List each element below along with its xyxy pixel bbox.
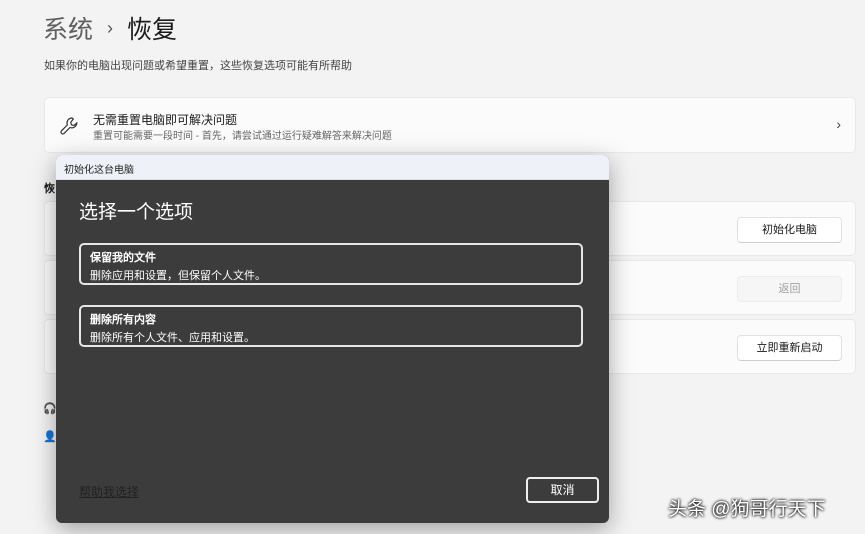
troubleshoot-title: 无需重置电脑即可解决问题 xyxy=(93,113,238,127)
breadcrumb-parent[interactable]: 系统 xyxy=(43,10,93,46)
cancel-button[interactable]: 取消 xyxy=(526,477,599,503)
dialog-heading: 选择一个选项 xyxy=(79,202,194,223)
option-title: 删除所有内容 xyxy=(90,314,156,326)
page-description: 如果你的电脑出现问题或希望重置，这些恢复选项可能有所帮助 xyxy=(44,60,352,72)
section-label: 恢 xyxy=(44,183,55,195)
troubleshoot-subtitle: 重置可能需要一段时间 - 首先，请尝试通过运行疑难解答来解决问题 xyxy=(93,131,392,142)
restart-now-button[interactable]: 立即重新启动 xyxy=(737,335,842,361)
option-title: 保留我的文件 xyxy=(90,252,156,264)
option-keep-files[interactable]: 保留我的文件 删除应用和设置，但保留个人文件。 xyxy=(79,243,583,285)
chevron-right-icon: › xyxy=(836,116,841,132)
dialog-title: 初始化这台电脑 xyxy=(56,155,609,180)
reset-pc-button[interactable]: 初始化电脑 xyxy=(737,217,842,243)
go-back-button[interactable]: 返回 xyxy=(737,276,842,302)
option-remove-everything[interactable]: 删除所有内容 删除所有个人文件、应用和设置。 xyxy=(79,305,583,347)
breadcrumb-separator: › xyxy=(107,17,114,38)
troubleshoot-card[interactable]: 无需重置电脑即可解决问题 重置可能需要一段时间 - 首先，请尝试通过运行疑难解答… xyxy=(44,97,856,153)
page-title: 恢复 xyxy=(127,16,178,44)
option-desc: 删除所有个人文件、应用和设置。 xyxy=(90,332,255,344)
watermark: 头条 @狗哥行天下 xyxy=(668,499,826,520)
breadcrumb: 系统 › 恢复 xyxy=(43,10,177,46)
get-help-icon[interactable]: 🎧 xyxy=(43,402,57,415)
feedback-icon[interactable]: 👤 xyxy=(43,430,57,443)
help-me-choose-link[interactable]: 帮助我选择 xyxy=(79,483,139,500)
reset-pc-dialog: 初始化这台电脑 选择一个选项 保留我的文件 删除应用和设置，但保留个人文件。 删… xyxy=(56,155,609,523)
wrench-icon xyxy=(60,117,78,135)
option-desc: 删除应用和设置，但保留个人文件。 xyxy=(90,270,266,282)
